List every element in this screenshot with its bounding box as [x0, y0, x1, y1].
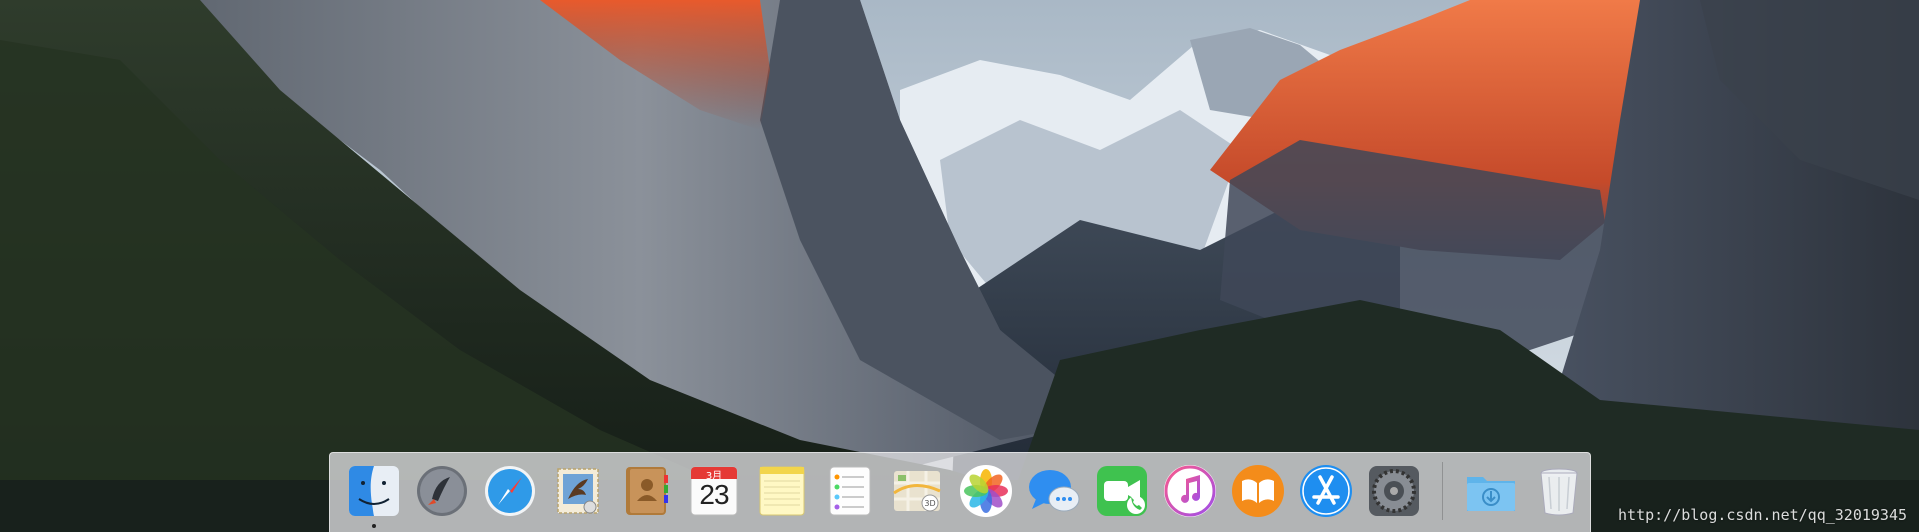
running-indicator: [372, 523, 376, 528]
reminders-icon: [829, 466, 871, 515]
dock-item-maps[interactable]: 3D: [889, 462, 947, 520]
dock-item-ibooks[interactable]: [1229, 462, 1287, 520]
facetime-icon: [1097, 465, 1147, 516]
dock-item-app-store[interactable]: [1297, 462, 1355, 520]
dock-item-safari[interactable]: [481, 462, 539, 520]
dock-item-itunes[interactable]: [1161, 462, 1219, 520]
dock-item-photos[interactable]: [957, 462, 1015, 520]
system-preferences-icon: [1369, 465, 1419, 516]
safari-icon: [485, 465, 535, 516]
maps-icon: 3D: [893, 470, 941, 511]
photos-icon: [960, 464, 1012, 517]
finder-icon: [349, 465, 399, 516]
contacts-icon: [626, 466, 668, 515]
messages-icon: [1029, 469, 1080, 511]
dock-item-contacts[interactable]: [617, 462, 675, 520]
dock-item-finder[interactable]: [345, 462, 403, 528]
ibooks-icon: [1232, 464, 1284, 517]
dock: 3月 23 3D: [329, 452, 1591, 532]
dock-item-mail[interactable]: [549, 462, 607, 520]
trash-icon: [1540, 468, 1578, 515]
itunes-icon: [1164, 464, 1216, 517]
dock-item-trash[interactable]: [1530, 462, 1588, 520]
dock-item-facetime[interactable]: [1093, 462, 1151, 520]
notes-icon: [759, 466, 805, 515]
calendar-day: 23: [699, 478, 729, 510]
downloads-folder-icon: [1467, 476, 1515, 511]
dock-divider: [1442, 461, 1443, 520]
mail-icon: [557, 467, 599, 514]
dock-item-notes[interactable]: [753, 462, 811, 520]
dock-item-downloads[interactable]: [1462, 462, 1520, 520]
launchpad-icon: [417, 465, 467, 516]
app-store-icon: [1300, 464, 1352, 517]
dock-item-messages[interactable]: [1025, 462, 1083, 520]
watermark-text: http://blog.csdn.net/qq_32019345: [1618, 506, 1907, 524]
dock-item-reminders[interactable]: [821, 462, 879, 520]
dock-item-calendar[interactable]: 3月 23: [685, 462, 743, 520]
svg-text:3D: 3D: [924, 499, 935, 508]
dock-item-system-preferences[interactable]: [1365, 462, 1423, 520]
dock-item-launchpad[interactable]: [413, 462, 471, 520]
